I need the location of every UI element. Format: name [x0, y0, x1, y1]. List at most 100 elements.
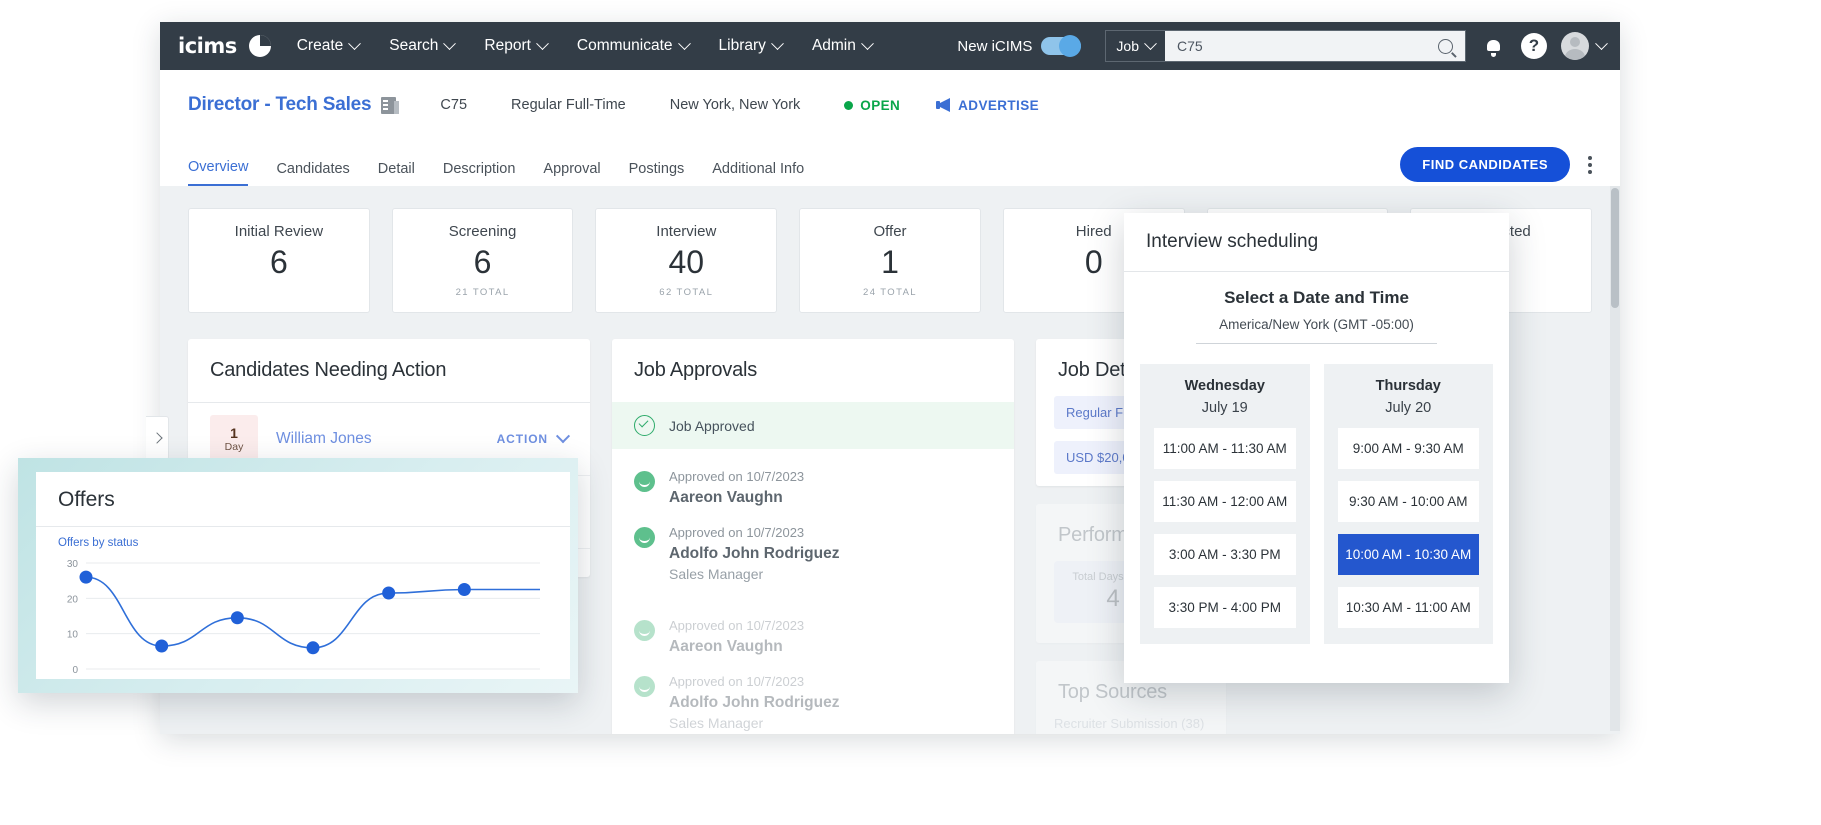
nav-label: Communicate	[577, 37, 673, 55]
job-approvals-card: Job Approvals Job Approved Approved on 1…	[612, 339, 1014, 734]
time-slot-selected[interactable]: 10:00 AM - 10:30 AM	[1338, 534, 1480, 575]
top-navigation-bar: icims Create Search Report Communicate	[160, 22, 1620, 70]
stat-value: 6	[474, 244, 492, 281]
chart-data-point[interactable]	[458, 583, 471, 596]
sidebar-expand-button[interactable]	[146, 416, 169, 460]
modal-heading: Select a Date and Time	[1140, 288, 1493, 308]
search-input[interactable]: C75	[1165, 31, 1465, 61]
advertise-button[interactable]: ADVERTISE	[936, 98, 1039, 113]
nav-item-create[interactable]: Create	[297, 37, 360, 55]
approval-entry: Approved on 10/7/2023 Aareon Vaughn	[669, 618, 804, 670]
time-slot[interactable]: 9:30 AM - 10:00 AM	[1338, 481, 1480, 522]
help-icon[interactable]: ?	[1521, 33, 1547, 59]
candidate-name[interactable]: William Jones	[276, 430, 372, 448]
job-req-id: C75	[440, 97, 467, 113]
tab-detail[interactable]: Detail	[378, 161, 415, 186]
nav-label: Admin	[812, 37, 856, 55]
tab-additional-info[interactable]: Additional Info	[712, 161, 804, 186]
search-icon[interactable]	[1438, 39, 1453, 54]
top-nav-right-group: New iCIMS Job C75 ?	[957, 30, 1606, 62]
interview-scheduling-modal: Interview scheduling Select a Date and T…	[1124, 213, 1509, 683]
stat-card-screening[interactable]: Screening 6 21 TOTAL	[392, 208, 574, 313]
offers-floating-panel: Offers Offers by status 0102030	[18, 458, 578, 693]
tab-candidates[interactable]: Candidates	[276, 161, 349, 186]
time-slot[interactable]: 11:30 AM - 12:00 AM	[1154, 481, 1296, 522]
new-icims-toggle[interactable]	[1041, 37, 1081, 55]
day-date: July 20	[1338, 400, 1480, 416]
new-icims-toggle-group[interactable]: New iCIMS	[957, 37, 1081, 55]
building-icon	[381, 97, 396, 114]
tile-value: 4	[1106, 585, 1119, 613]
approver-avatar-icon	[634, 620, 655, 641]
day-date: July 19	[1154, 400, 1296, 416]
time-slot[interactable]: 9:00 AM - 9:30 AM	[1338, 428, 1480, 469]
chart-data-point[interactable]	[382, 587, 395, 600]
approval-date: Approved on 10/7/2023	[669, 469, 804, 484]
chart-data-point[interactable]	[307, 641, 320, 654]
nav-item-admin[interactable]: Admin	[812, 37, 872, 55]
icims-logo[interactable]: icims	[178, 34, 237, 58]
stat-card-initial-review[interactable]: Initial Review 6	[188, 208, 370, 313]
screenshot-stage: icims Create Search Report Communicate	[0, 0, 1821, 825]
source-row-recruiter-submission: Recruiter Submission (38)	[1036, 716, 1226, 734]
day-name: Wednesday	[1154, 378, 1296, 394]
day-column-thursday: Thursday July 20 9:00 AM - 9:30 AM 9:30 …	[1324, 364, 1494, 644]
nav-item-communicate[interactable]: Communicate	[577, 37, 689, 55]
day-columns: Wednesday July 19 11:00 AM - 11:30 AM 11…	[1140, 364, 1493, 644]
approver-name: Aareon Vaughn	[669, 638, 804, 656]
tab-postings[interactable]: Postings	[629, 161, 685, 186]
pie-mark-icon	[249, 35, 271, 57]
status-label: OPEN	[860, 98, 900, 113]
stat-value: 0	[1085, 244, 1103, 281]
approval-entry: Approved on 10/7/2023 Aareon Vaughn	[669, 469, 804, 521]
kebab-menu-icon[interactable]	[1588, 163, 1592, 167]
stat-label: Offer	[873, 223, 906, 240]
scrollbar-thumb[interactable]	[1611, 188, 1619, 308]
time-slot[interactable]: 10:30 AM - 11:00 AM	[1338, 587, 1480, 628]
avatar[interactable]	[1561, 32, 1589, 60]
time-slot[interactable]: 3:30 PM - 4:00 PM	[1154, 587, 1296, 628]
new-icims-label: New iCIMS	[957, 38, 1032, 55]
action-dropdown[interactable]: ACTION	[497, 432, 568, 446]
timezone-label: America/New York (GMT -05:00)	[1196, 317, 1437, 344]
stat-total: 62 TOTAL	[659, 287, 713, 298]
chart-y-tick-label: 10	[67, 630, 79, 641]
widget-column-middle: Job Approvals Job Approved Approved on 1…	[612, 339, 1014, 734]
nav-label: Create	[297, 37, 344, 55]
megaphone-icon	[936, 98, 950, 112]
chevron-down-icon	[1144, 37, 1157, 50]
offers-line-chart: 0102030	[56, 551, 550, 691]
card-title: Candidates Needing Action	[188, 339, 590, 402]
job-summary-row: Director - Tech Sales C75 Regular Full-T…	[188, 88, 1620, 122]
bell-icon[interactable]	[1486, 39, 1501, 54]
approver-name: Adolfo John Rodriguez	[669, 694, 839, 712]
nav-label: Search	[389, 37, 438, 55]
chevron-down-icon	[536, 37, 549, 50]
nav-item-report[interactable]: Report	[484, 37, 547, 55]
page-title[interactable]: Director - Tech Sales	[188, 94, 371, 116]
stat-card-interview[interactable]: Interview 40 62 TOTAL	[595, 208, 777, 313]
chevron-down-icon	[444, 37, 457, 50]
nav-item-search[interactable]: Search	[389, 37, 454, 55]
vertical-scrollbar[interactable]	[1610, 186, 1620, 731]
search-scope-selector[interactable]: Job	[1106, 31, 1165, 61]
chart-data-point[interactable]	[231, 611, 244, 624]
stat-label: Interview	[656, 223, 716, 240]
find-candidates-button[interactable]: FIND CANDIDATES	[1400, 147, 1570, 182]
approval-date: Approved on 10/7/2023	[669, 618, 804, 633]
tab-approval[interactable]: Approval	[543, 161, 600, 186]
chart-data-point[interactable]	[155, 640, 168, 653]
global-search: Job C75	[1105, 30, 1466, 62]
modal-title: Interview scheduling	[1124, 213, 1509, 272]
chevron-down-icon[interactable]	[1595, 37, 1608, 50]
nav-item-library[interactable]: Library	[719, 37, 782, 55]
time-slot[interactable]: 3:00 AM - 3:30 PM	[1154, 534, 1296, 575]
stat-card-offer[interactable]: Offer 1 24 TOTAL	[799, 208, 981, 313]
tab-description[interactable]: Description	[443, 161, 516, 186]
tab-overview[interactable]: Overview	[188, 159, 248, 186]
time-slot[interactable]: 11:00 AM - 11:30 AM	[1154, 428, 1296, 469]
chevron-down-icon	[771, 37, 784, 50]
day-column-wednesday: Wednesday July 19 11:00 AM - 11:30 AM 11…	[1140, 364, 1310, 644]
chart-data-point[interactable]	[80, 571, 93, 584]
chevron-down-icon	[861, 37, 874, 50]
